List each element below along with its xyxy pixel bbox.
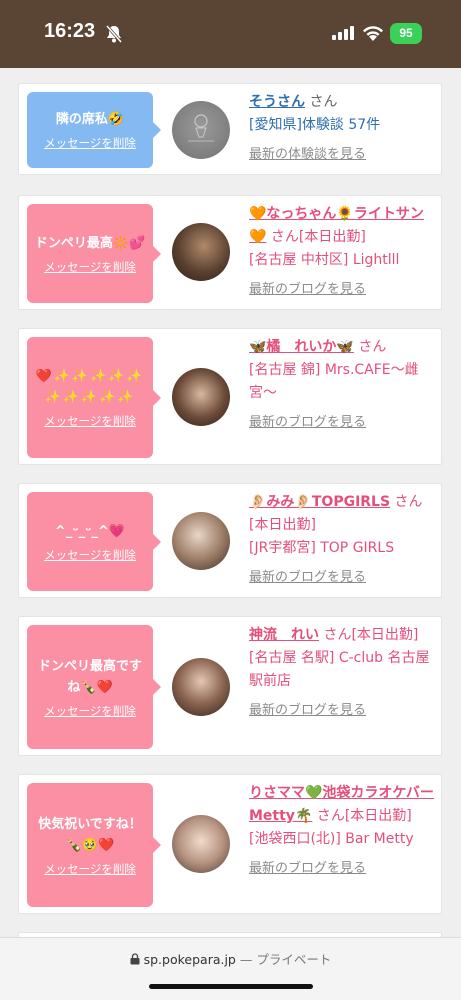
latest-link[interactable]: 最新のブログを見る <box>249 699 435 722</box>
lock-icon <box>130 953 140 965</box>
avatar[interactable] <box>172 368 230 426</box>
message-text: ドンペリ最高ですね🍾❤️ <box>37 658 142 695</box>
honorific: さん[本日出勤] <box>323 627 419 643</box>
delete-message-link[interactable]: メッセージを削除 <box>44 260 136 275</box>
message-bubble: 隣の席私🤣 メッセージを削除 <box>27 92 161 168</box>
message-card: ドンペリ最高ですね🍾❤️ メッセージを削除 神流 れい さん[本日出勤] [名古… <box>18 616 442 756</box>
profile-detail: [愛知県]体験談 57件 <box>249 117 381 133</box>
profile-name-link[interactable]: 🦋橘 れいか🦋 <box>249 339 354 355</box>
message-text: ドンペリ最高🔆💕 <box>34 235 146 251</box>
bell-slash-icon <box>105 25 123 43</box>
honorific: さん[本日出勤] <box>316 808 412 824</box>
url-separator: — <box>239 952 253 967</box>
message-card: ^_ᵕ_ᵕ_^💗 メッセージを削除 👂🏻みみ👂🏻TOPGIRLS さん[本日出勤… <box>18 483 442 598</box>
delete-message-link[interactable]: メッセージを削除 <box>44 862 136 877</box>
profile-detail: [池袋西口(北)] Bar Metty <box>249 831 414 847</box>
delete-message-link[interactable]: メッセージを削除 <box>44 136 136 151</box>
latest-link[interactable]: 最新のブログを見る <box>249 411 435 434</box>
message-text: 隣の席私🤣 <box>55 112 125 127</box>
profile-detail: [JR宇都宮] TOP GIRLS <box>249 540 395 556</box>
profile-detail: [名古屋 錦] Mrs.CAFE〜雌宮〜 <box>249 362 419 401</box>
message-card: ❤️✨✨✨✨✨✨✨✨✨✨ メッセージを削除 🦋橘 れいか🦋 さん [名古屋 錦]… <box>18 328 442 465</box>
profile-detail: [名古屋 中村区] Lightlll <box>249 252 400 268</box>
profile-name-link[interactable]: 神流 れい <box>249 627 319 643</box>
private-mode-label: プライベート <box>256 952 332 967</box>
message-card: 隣の席私🤣 メッセージを削除 そうさん さん [愛知県]体験談 57件 最新の体… <box>18 83 442 175</box>
status-time: 16:23 <box>44 20 96 42</box>
profile-detail: [名古屋 名駅] C-club 名古屋駅前店 <box>249 650 430 689</box>
avatar[interactable] <box>172 223 230 281</box>
browser-address-bar[interactable]: sp.pokepara.jp — プライベート <box>0 937 461 1000</box>
message-text: 快気祝いですね！🍾🥹❤️ <box>38 816 142 853</box>
honorific: さん[本日出勤] <box>270 229 366 245</box>
delete-message-link[interactable]: メッセージを削除 <box>44 704 136 719</box>
message-bubble: ^_ᵕ_ᵕ_^💗 メッセージを削除 <box>27 492 161 591</box>
delete-message-link[interactable]: メッセージを削除 <box>44 414 136 429</box>
home-indicator[interactable] <box>149 984 313 989</box>
profile-info: りさママ💚池袋カラオケバーMetty🌴 さん[本日出勤] [池袋西口(北)] B… <box>249 782 435 880</box>
message-text: ❤️✨✨✨✨✨✨✨✨✨✨ <box>35 369 145 405</box>
logo-icon <box>188 114 214 142</box>
latest-link[interactable]: 最新のブログを見る <box>249 278 435 301</box>
profile-info: 🧡なっちゃん🌻ライトサン🧡 さん[本日出勤] [名古屋 中村区] Lightll… <box>249 203 435 301</box>
url-display[interactable]: sp.pokepara.jp — プライベート <box>0 949 461 968</box>
message-card: 快気祝いですね！🍾🥹❤️ メッセージを削除 りさママ💚池袋カラオケバーMetty… <box>18 774 442 914</box>
profile-info: 👂🏻みみ👂🏻TOPGIRLS さん[本日出勤] [JR宇都宮] TOP GIRL… <box>249 491 435 589</box>
delete-message-link[interactable]: メッセージを削除 <box>44 548 136 563</box>
latest-link[interactable]: 最新の体験談を見る <box>249 143 435 166</box>
battery-indicator: 95 <box>390 23 422 44</box>
message-bubble: ドンペリ最高ですね🍾❤️ メッセージを削除 <box>27 625 161 749</box>
avatar[interactable] <box>172 101 230 159</box>
profile-name-link[interactable]: そうさん <box>249 94 305 110</box>
message-bubble: ドンペリ最高🔆💕 メッセージを削除 <box>27 204 161 303</box>
profile-name-link[interactable]: 👂🏻みみ👂🏻TOPGIRLS <box>249 494 390 510</box>
message-text: ^_ᵕ_ᵕ_^💗 <box>54 523 126 539</box>
profile-info: 神流 れい さん[本日出勤] [名古屋 名駅] C-club 名古屋駅前店 最新… <box>249 624 435 722</box>
avatar[interactable] <box>172 512 230 570</box>
honorific: さん <box>309 94 338 110</box>
profile-info: そうさん さん [愛知県]体験談 57件 最新の体験談を見る <box>249 91 435 166</box>
url-domain: sp.pokepara.jp <box>143 952 236 967</box>
message-list: 隣の席私🤣 メッセージを削除 そうさん さん [愛知県]体験談 57件 最新の体… <box>0 68 461 1000</box>
honorific: さん <box>358 339 387 355</box>
wifi-icon <box>363 26 383 41</box>
cellular-signal-icon <box>332 26 354 40</box>
status-bar: 16:23 95 <box>0 0 461 68</box>
message-bubble: 快気祝いですね！🍾🥹❤️ メッセージを削除 <box>27 783 161 907</box>
avatar[interactable] <box>172 658 230 716</box>
latest-link[interactable]: 最新のブログを見る <box>249 857 435 880</box>
message-bubble: ❤️✨✨✨✨✨✨✨✨✨✨ メッセージを削除 <box>27 337 161 458</box>
latest-link[interactable]: 最新のブログを見る <box>249 566 435 589</box>
profile-info: 🦋橘 れいか🦋 さん [名古屋 錦] Mrs.CAFE〜雌宮〜 最新のブログを見… <box>249 336 435 434</box>
avatar[interactable] <box>172 815 230 873</box>
message-card: ドンペリ最高🔆💕 メッセージを削除 🧡なっちゃん🌻ライトサン🧡 さん[本日出勤]… <box>18 195 442 310</box>
